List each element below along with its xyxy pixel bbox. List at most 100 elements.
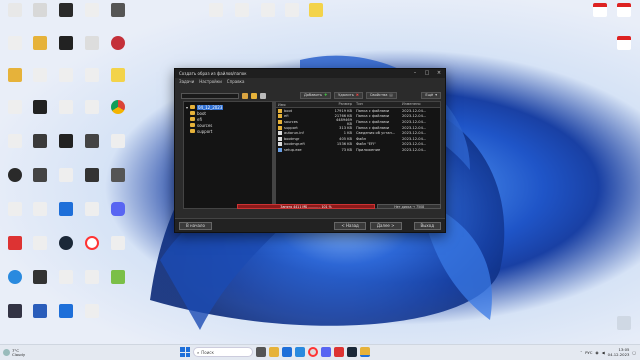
- desktop-icon[interactable]: [28, 36, 52, 56]
- desktop-icon[interactable]: [3, 202, 27, 222]
- desktop-icon[interactable]: [106, 3, 130, 23]
- more-button[interactable]: Ещё ▾: [421, 92, 441, 99]
- clock[interactable]: 13:05 04.12.2023: [608, 347, 630, 357]
- dialog-titlebar[interactable]: Создать образ из файлов/папок – □ ×: [175, 69, 445, 78]
- column-type[interactable]: Тип: [354, 102, 400, 107]
- file-row[interactable]: bootmgr 405 KB Файл 2023-12-04...: [276, 136, 440, 142]
- desktop-icon[interactable]: [54, 168, 78, 188]
- desktop-icon[interactable]: [54, 100, 78, 120]
- volume-icon[interactable]: ◀: [602, 350, 605, 355]
- column-size[interactable]: Размер: [332, 102, 354, 107]
- minimize-button[interactable]: –: [409, 69, 421, 78]
- desktop-icon[interactable]: [28, 304, 52, 324]
- taskbar-search[interactable]: ⌕ Поиск: [193, 347, 253, 357]
- desktop-icon[interactable]: [80, 36, 104, 56]
- desktop-icon[interactable]: [3, 3, 27, 23]
- desktop-icon[interactable]: [106, 68, 130, 88]
- desktop-icon[interactable]: [80, 202, 104, 222]
- active-app-taskbar-icon[interactable]: [360, 347, 370, 357]
- desktop-icon[interactable]: [54, 202, 78, 222]
- desktop-icon[interactable]: [28, 202, 52, 222]
- desktop-icon[interactable]: [28, 236, 52, 256]
- desktop-icon[interactable]: [54, 304, 78, 324]
- column-modified[interactable]: Изменено: [400, 102, 440, 107]
- yandex-icon[interactable]: [80, 236, 104, 256]
- file-row[interactable]: support 313 KB Папка с файлами 2023-12-04..…: [276, 125, 440, 131]
- desktop-icon[interactable]: [54, 134, 78, 154]
- back-button[interactable]: < Назад: [334, 221, 366, 230]
- desktop-icon[interactable]: [80, 134, 104, 154]
- disk-type-selector[interactable]: Нет диска → 7508: [377, 203, 441, 209]
- expand-icon[interactable]: ▾: [186, 105, 188, 110]
- network-icon[interactable]: ◉: [595, 350, 598, 355]
- notifications-icon[interactable]: ▢: [632, 350, 636, 355]
- edge-icon[interactable]: [282, 347, 292, 357]
- recycle-bin-icon[interactable]: [612, 316, 636, 336]
- properties-button[interactable]: Свойства ▤: [365, 92, 397, 99]
- desktop-icon[interactable]: [80, 304, 104, 324]
- file-row[interactable]: boot 17919 KB Папка с файлами 2023-12-04...: [276, 108, 440, 114]
- file-row[interactable]: sources 4489469 KB Папка с файлами 2023-12-…: [276, 118, 440, 126]
- desktop-icon[interactable]: [106, 168, 130, 188]
- store-icon[interactable]: [295, 347, 305, 357]
- menu-settings[interactable]: Настройки: [199, 79, 222, 84]
- desktop-icon[interactable]: [3, 134, 27, 154]
- file-explorer-icon[interactable]: [269, 347, 279, 357]
- desktop-icon[interactable]: [3, 168, 27, 188]
- discord-icon[interactable]: [106, 202, 130, 222]
- path-input[interactable]: [181, 92, 239, 99]
- steam-icon[interactable]: [54, 236, 78, 256]
- desktop-icon[interactable]: [80, 168, 104, 188]
- desktop-icon[interactable]: [3, 100, 27, 120]
- file-row[interactable]: efi 21766 KB Папка с файлами 2023-12-04...: [276, 114, 440, 120]
- task-view-icon[interactable]: [256, 347, 266, 357]
- desktop-icon[interactable]: [54, 3, 78, 23]
- desktop-icon[interactable]: [28, 270, 52, 290]
- desktop-icon[interactable]: [256, 3, 280, 23]
- file-row[interactable]: setup.exe 73 KB Приложение 2023-12-04...: [276, 147, 440, 153]
- app-taskbar-icon[interactable]: [334, 347, 344, 357]
- desktop-icon[interactable]: [54, 68, 78, 88]
- desktop-icon[interactable]: [28, 168, 52, 188]
- weather-widget[interactable]: 7°C Cloudy: [3, 348, 43, 357]
- menu-help[interactable]: Справка: [227, 79, 245, 84]
- desktop-icon[interactable]: [54, 270, 78, 290]
- desktop-icon[interactable]: [80, 68, 104, 88]
- maximize-button[interactable]: □: [421, 69, 433, 78]
- desktop-icon[interactable]: [106, 36, 130, 56]
- desktop-icon[interactable]: [28, 100, 52, 120]
- desktop-icon[interactable]: [280, 3, 304, 23]
- start-button-windows-icon[interactable]: [180, 347, 190, 357]
- desktop-icon[interactable]: [54, 36, 78, 56]
- add-button[interactable]: Добавить ✚: [300, 92, 332, 99]
- desktop-icon[interactable]: [28, 68, 52, 88]
- desktop-icon[interactable]: [80, 270, 104, 290]
- desktop-icon[interactable]: [3, 236, 27, 256]
- remove-button[interactable]: Удалить ✖: [334, 92, 363, 99]
- desktop-icon[interactable]: [28, 3, 52, 23]
- start-button[interactable]: В начало: [179, 221, 212, 230]
- chevron-up-icon[interactable]: ˄: [580, 350, 582, 355]
- tree-item[interactable]: support: [186, 128, 270, 134]
- desktop-icon[interactable]: [28, 134, 52, 154]
- pdf-icon[interactable]: [612, 36, 636, 56]
- yandex-taskbar-icon[interactable]: [308, 347, 318, 357]
- chrome-icon[interactable]: [106, 100, 130, 120]
- desktop-icon[interactable]: [80, 3, 104, 23]
- language-indicator[interactable]: РУС: [585, 350, 592, 355]
- file-row[interactable]: autorun.inf 1 KB Сведения об устан... 2023-…: [276, 130, 440, 136]
- desktop-icon[interactable]: [3, 270, 27, 290]
- desktop-icon[interactable]: [3, 304, 27, 324]
- column-name[interactable]: Имя: [276, 102, 332, 107]
- desktop-icon[interactable]: [80, 100, 104, 120]
- desktop-icon[interactable]: [106, 270, 130, 290]
- discord-taskbar-icon[interactable]: [321, 347, 331, 357]
- pdf-icon[interactable]: [612, 3, 636, 23]
- desktop-icon[interactable]: [106, 134, 130, 154]
- desktop-icon[interactable]: [304, 3, 328, 23]
- next-button[interactable]: Далее >: [369, 221, 402, 230]
- folder-up-icon[interactable]: [242, 92, 248, 99]
- desktop-icon[interactable]: [230, 3, 254, 23]
- exit-button[interactable]: Выход: [413, 221, 441, 230]
- new-folder-icon[interactable]: [251, 92, 257, 99]
